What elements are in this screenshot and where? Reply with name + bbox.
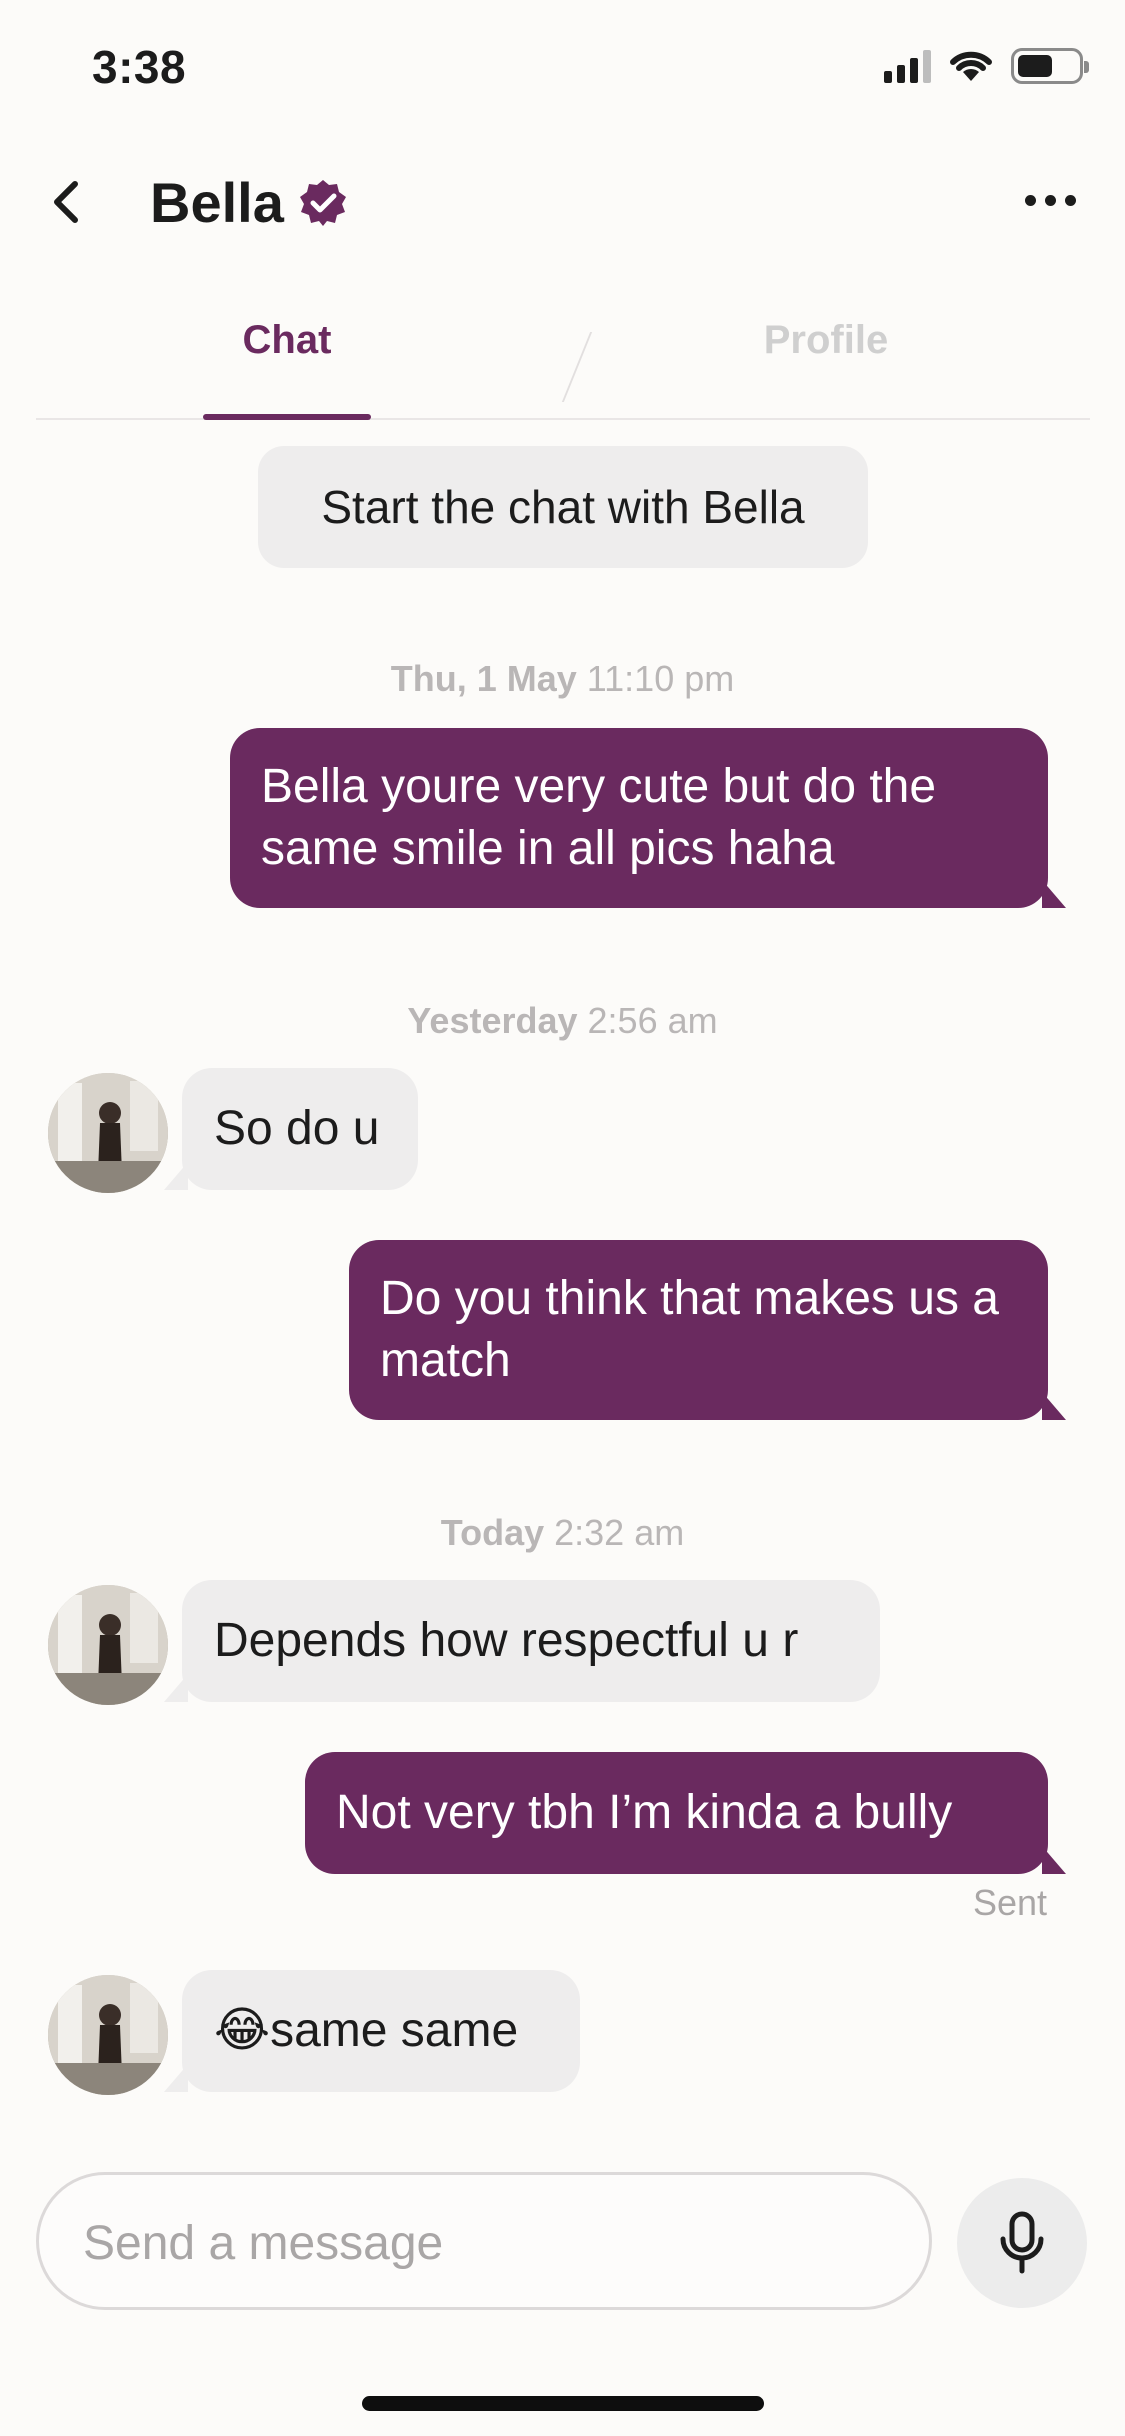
start-chat-chip: Start the chat with Bella (258, 446, 868, 568)
message-bubble-outgoing[interactable]: Not very tbh I’m kinda a bully (305, 1752, 1066, 1874)
message-bubble-incoming[interactable]: Depends how respectful u r (164, 1580, 880, 1702)
home-indicator[interactable] (362, 2396, 764, 2411)
timestamp-time: 2:32 am (554, 1512, 685, 1553)
header-title-group[interactable]: Bella (150, 170, 350, 235)
tab-profile[interactable]: Profile (736, 318, 916, 363)
avatar[interactable] (48, 1073, 168, 1193)
wifi-icon (950, 51, 992, 81)
message-bubble-outgoing[interactable]: Do you think that makes us a match (349, 1240, 1066, 1420)
timestamp-day: Yesterday (407, 1000, 578, 1041)
avatar[interactable] (48, 1585, 168, 1705)
timestamp-day: Thu, 1 May (390, 658, 577, 699)
status-time: 3:38 (92, 41, 187, 93)
timestamp-divider: Yesterday 2:56 am (0, 1000, 1125, 1042)
active-tab-indicator (203, 414, 371, 420)
message-input[interactable] (83, 2203, 883, 2283)
battery-icon (1011, 48, 1089, 84)
timestamp-time: 2:56 am (587, 1000, 718, 1041)
avatar[interactable] (48, 1975, 168, 2095)
back-button[interactable] (36, 172, 96, 232)
timestamp-time: 11:10 pm (586, 658, 735, 699)
status-bar: 3:38 (0, 0, 1125, 140)
chat-screen: 3:38 Bella Chat Profile Start the chat w… (0, 0, 1125, 2436)
microphone-icon (1000, 2211, 1044, 2274)
chevron-left-icon (54, 181, 78, 223)
more-horizontal-icon (1024, 194, 1036, 206)
page-title: Bella (150, 171, 284, 234)
message-sent-status: Sent (972, 1882, 1047, 1923)
chat-header: Bella (0, 140, 1125, 270)
tab-chat[interactable]: Chat (202, 318, 372, 363)
voice-message-button[interactable] (957, 2178, 1087, 2308)
message-composer (36, 2172, 932, 2310)
timestamp-day: Today (440, 1512, 545, 1553)
tab-bar: Chat Profile (36, 290, 1090, 420)
message-bubble-outgoing[interactable]: Bella youre very cute but do the same sm… (230, 728, 1066, 908)
more-options-button[interactable] (1015, 180, 1085, 220)
cellular-signal-icon (884, 49, 931, 83)
tab-divider (561, 332, 595, 402)
verified-badge-icon (296, 176, 350, 230)
message-bubble-incoming[interactable]: 😂same same (164, 1970, 580, 2092)
status-icons (884, 48, 1089, 84)
timestamp-divider: Thu, 1 May 11:10 pm (0, 658, 1125, 700)
timestamp-divider: Today 2:32 am (0, 1512, 1125, 1554)
message-bubble-incoming[interactable]: So do u (164, 1068, 418, 1190)
